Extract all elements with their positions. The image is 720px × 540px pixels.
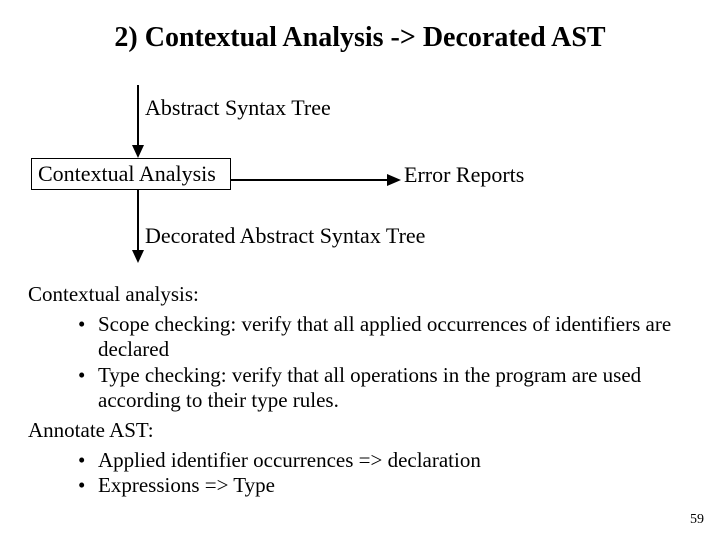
page-number: 59 <box>690 512 704 528</box>
list-item: Type checking: verify that all operation… <box>84 363 688 414</box>
contextual-analysis-box: Contextual Analysis <box>31 158 231 190</box>
bullet-list: Applied identifier occurrences => declar… <box>28 448 688 499</box>
output-label: Decorated Abstract Syntax Tree <box>145 223 425 249</box>
arrow-right-icon <box>231 173 401 187</box>
input-label: Abstract Syntax Tree <box>145 95 331 121</box>
section-heading: Contextual analysis: <box>28 282 688 308</box>
section-heading: Annotate AST: <box>28 418 688 444</box>
list-item: Scope checking: verify that all applied … <box>84 312 688 363</box>
arrow-down-icon <box>131 190 145 263</box>
slide-title: 2) Contextual Analysis -> Decorated AST <box>0 22 720 54</box>
box-label: Contextual Analysis <box>38 161 216 187</box>
error-reports-label: Error Reports <box>404 162 524 188</box>
body-text: Contextual analysis: Scope checking: ver… <box>28 282 688 503</box>
slide: 2) Contextual Analysis -> Decorated AST … <box>0 0 720 540</box>
arrow-down-icon <box>131 85 145 158</box>
bullet-list: Scope checking: verify that all applied … <box>28 312 688 414</box>
list-item: Applied identifier occurrences => declar… <box>84 448 688 474</box>
list-item: Expressions => Type <box>84 473 688 499</box>
